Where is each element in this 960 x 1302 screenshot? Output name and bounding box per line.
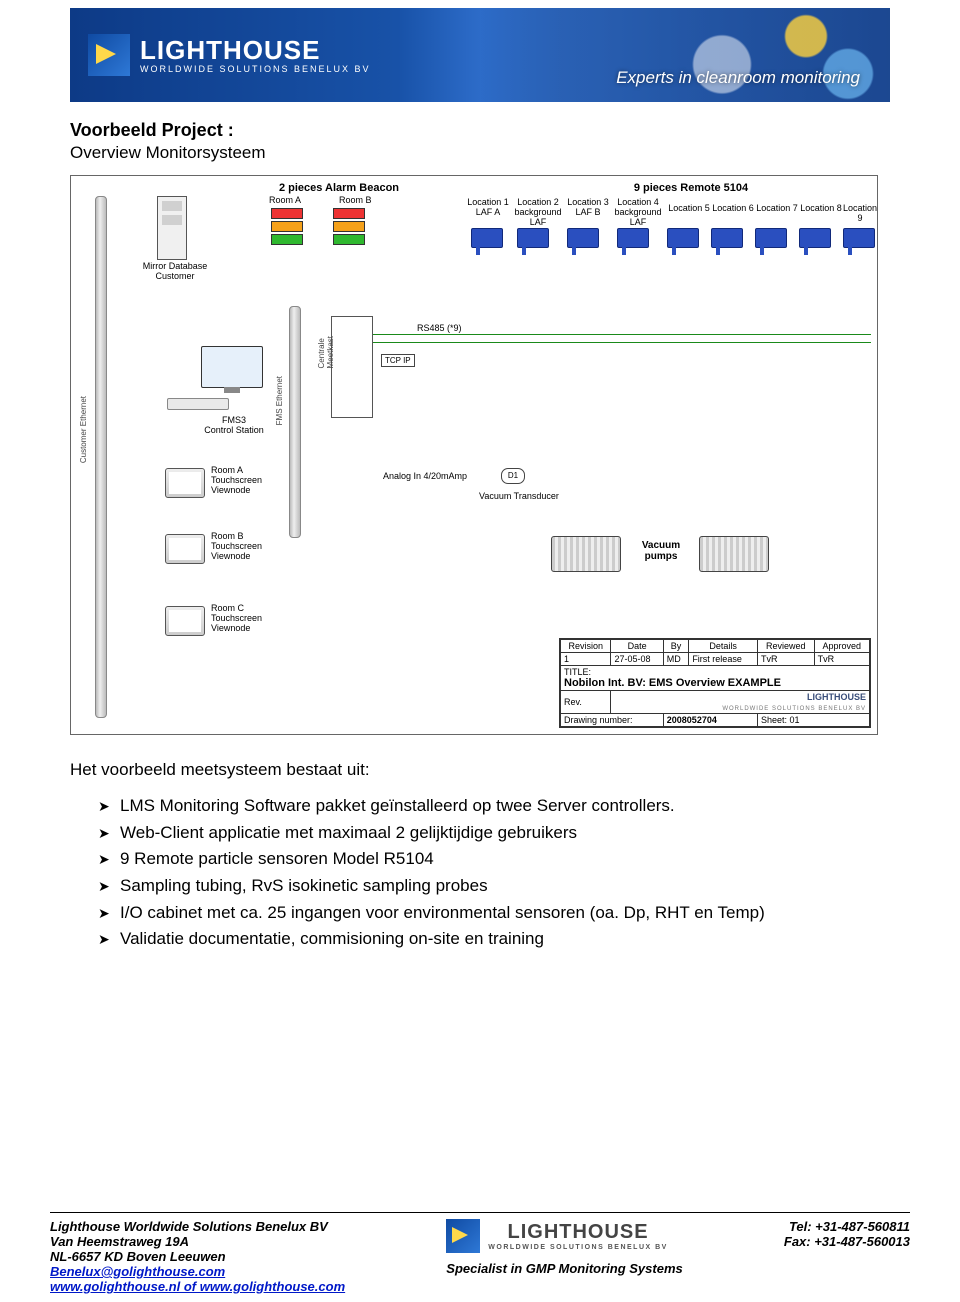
sensor-icon (667, 228, 699, 248)
tablet-icon (165, 606, 205, 636)
loc4: Location 4 background LAF (611, 198, 665, 228)
page-title: Voorbeeld Project : (70, 120, 890, 141)
remote-5104-title: 9 pieces Remote 5104 (591, 182, 791, 194)
footer-tel: Tel: +31-487-560811 (784, 1219, 910, 1234)
tb-hdr-reviewed: Reviewed (758, 640, 815, 653)
loc6: Location 6 (711, 204, 755, 214)
tb-row-reviewed: TvR (758, 653, 815, 666)
tablet-icon (165, 534, 205, 564)
room-b-label: Room B (339, 196, 372, 206)
list-item: Web-Client applicatie met maximaal 2 gel… (98, 821, 890, 846)
tb-title-label: TITLE: (564, 667, 591, 677)
list-item: LMS Monitoring Software pakket geïnstall… (98, 794, 890, 819)
header-tagline: Experts in cleanroom monitoring (616, 68, 860, 88)
footer-addr1: Van Heemstraweg 19A (50, 1234, 345, 1249)
room-a-label: Room A (269, 196, 301, 206)
viewnode-a-label: Room A Touchscreen Viewnode (211, 466, 301, 496)
tb-title-value: Nobilon Int. BV: EMS Overview EXAMPLE (564, 677, 781, 689)
fms-ethernet-label: FMS Ethernet (275, 376, 284, 425)
drawing-title-block: Revision Date By Details Reviewed Approv… (559, 638, 871, 728)
tb-row-approved: TvR (814, 653, 869, 666)
loc7: Location 7 (755, 204, 799, 214)
tb-row-date: 27-05-08 (611, 653, 663, 666)
rs485-label: RS485 (*9) (417, 324, 462, 334)
viewnode-c-label: Room C Touchscreen Viewnode (211, 604, 301, 634)
tablet-icon (165, 468, 205, 498)
tcp-ip-label: TCP IP (381, 354, 415, 367)
tb-hdr-by: By (663, 640, 689, 653)
sensor-icon (711, 228, 743, 248)
tb-logo-main: LIGHTHOUSE (807, 692, 866, 702)
list-item: I/O cabinet met ca. 25 ingangen voor env… (98, 901, 890, 926)
mirror-db-server-icon (157, 196, 187, 260)
sensor-icon (517, 228, 549, 248)
centrale-meetkast-label: Centrale Meetkast (317, 336, 335, 368)
tb-hdr-date: Date (611, 640, 663, 653)
customer-ethernet-label: Customer Ethernet (79, 396, 88, 463)
loc5: Location 5 (667, 204, 711, 214)
vacuum-pump-icon (699, 536, 769, 572)
footer-logo: LIGHTHOUSE WORLDWIDE SOLUTIONS BENELUX B… (446, 1219, 682, 1253)
list-item: Sampling tubing, RvS isokinetic sampling… (98, 874, 890, 899)
tb-sheet: Sheet: 01 (758, 714, 870, 727)
tb-rev-label: Rev. (561, 691, 611, 714)
tb-hdr-approved: Approved (814, 640, 869, 653)
lighthouse-logo-icon (446, 1219, 480, 1253)
mirror-db-label: Mirror Database Customer (135, 262, 215, 282)
vacuum-transducer-label: Vacuum Transducer (479, 492, 559, 502)
tb-hdr-details: Details (689, 640, 758, 653)
footer-specialist: Specialist in GMP Monitoring Systems (446, 1261, 682, 1276)
analog-in-label: Analog In 4/20mAmp (383, 472, 467, 482)
fms3-monitor-icon (201, 346, 263, 388)
sensor-icon (567, 228, 599, 248)
tb-row-by: MD (663, 653, 689, 666)
body-intro: Het voorbeeld meetsysteem bestaat uit: (70, 759, 890, 782)
footer-fax: Fax: +31-487-560013 (784, 1234, 910, 1249)
footer-company: Lighthouse Worldwide Solutions Benelux B… (50, 1219, 345, 1234)
alarm-beacon-title: 2 pieces Alarm Beacon (269, 182, 409, 194)
sensor-icon (617, 228, 649, 248)
header-banner: LIGHTHOUSE WORLDWIDE SOLUTIONS BENELUX B… (70, 8, 890, 102)
lighthouse-logo-icon (88, 34, 130, 76)
brand-sub: WORLDWIDE SOLUTIONS BENELUX BV (140, 65, 371, 74)
loc2: Location 2 background LAF (511, 198, 565, 228)
tb-row-rev: 1 (561, 653, 611, 666)
page-subtitle: Overview Monitorsysteem (70, 143, 890, 163)
sensor-icon (799, 228, 831, 248)
page-footer: Lighthouse Worldwide Solutions Benelux B… (50, 1212, 910, 1294)
loc9: Location 9 (843, 204, 877, 224)
tb-hdr-revision: Revision (561, 640, 611, 653)
brand-name: LIGHTHOUSE (140, 37, 371, 63)
vacuum-pumps-label: Vacuum pumps (633, 540, 689, 562)
list-item: 9 Remote particle sensoren Model R5104 (98, 847, 890, 872)
system-diagram: Customer Ethernet FMS Ethernet Mirror Da… (70, 175, 878, 735)
footer-web-link[interactable]: www.golighthouse.nl of www.golighthouse.… (50, 1279, 345, 1294)
loc3: Location 3 LAF B (565, 198, 611, 218)
footer-email-link[interactable]: Benelux@golighthouse.com (50, 1264, 225, 1279)
vacuum-pump-icon (551, 536, 621, 572)
list-item: Validatie documentatie, commisioning on-… (98, 927, 890, 952)
loc1: Location 1 LAF A (465, 198, 511, 218)
tb-drawing-label: Drawing number: (561, 714, 664, 727)
viewnode-b-label: Room B Touchscreen Viewnode (211, 532, 301, 562)
sensor-icon (843, 228, 875, 248)
footer-logo-main: LIGHTHOUSE (488, 1221, 668, 1244)
feature-list: LMS Monitoring Software pakket geïnstall… (70, 794, 890, 952)
sensor-icon (471, 228, 503, 248)
d1-label: D1 (501, 468, 525, 484)
fms3-label: FMS3 Control Station (199, 416, 269, 436)
tb-logo-sub: WORLDWIDE SOLUTIONS BENELUX BV (722, 706, 866, 712)
tb-drawing-value: 2008052704 (663, 714, 757, 727)
sensor-icon (755, 228, 787, 248)
footer-addr2: NL-6657 KD Boven Leeuwen (50, 1249, 345, 1264)
tb-row-details: First release (689, 653, 758, 666)
loc8: Location 8 (799, 204, 843, 214)
footer-logo-sub: WORLDWIDE SOLUTIONS BENELUX BV (488, 1244, 668, 1251)
